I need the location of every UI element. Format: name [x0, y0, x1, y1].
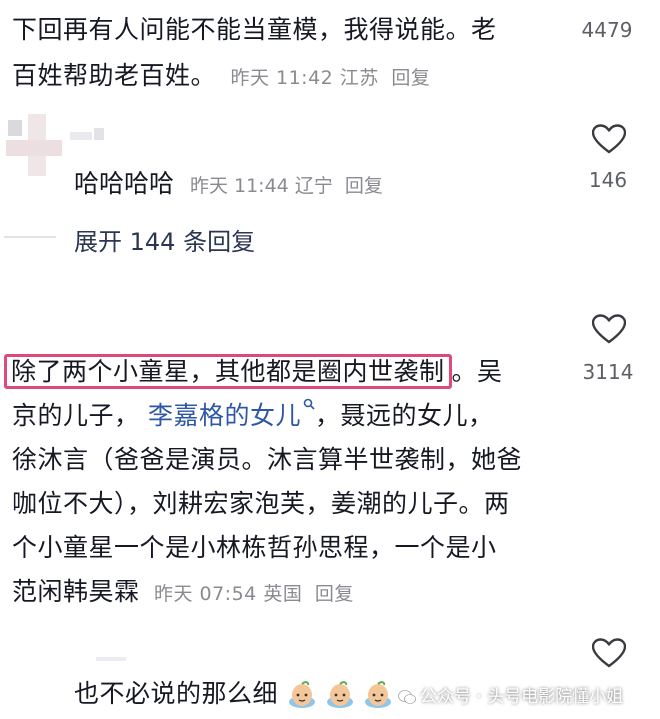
emoji-group: [286, 679, 400, 708]
comment-1-text: 百姓帮助老百姓。: [12, 61, 217, 90]
comment-3-text-line-6: 范闲韩昊霖 昨天 07:54 英国 回复: [12, 574, 354, 612]
comment-3-text-line-1: 除了两个小童星，其他都是圈内世袭制 。吴: [4, 354, 503, 390]
comment-2-time: 昨天 11:44: [189, 175, 289, 197]
wechat-icon: [398, 690, 416, 704]
comment-3-like-count: 3114: [582, 360, 634, 384]
search-link-text: 李嘉格的女儿: [147, 401, 301, 430]
avatar[interactable]: [96, 650, 136, 661]
comment-3-text-line-2: 京的儿子， 李嘉格的女儿 ，聂远的女儿，: [12, 398, 494, 434]
comment-4-text-line: 也不必说的那么细: [74, 676, 400, 712]
comment-3-meta: 昨天 07:54 英国 回复: [154, 583, 354, 605]
peach-emoji-icon: [365, 681, 392, 708]
comment-1-like-count: 4479: [581, 18, 633, 42]
comment-1-reply-button[interactable]: 回复: [391, 67, 430, 89]
search-link[interactable]: 李嘉格的女儿: [147, 398, 315, 430]
watermark: 公众号 · 头号电影院懂小姐: [398, 682, 623, 707]
divider: [4, 236, 56, 238]
comment-4-heart-icon[interactable]: [592, 638, 626, 668]
comment-3-location: 英国: [263, 583, 303, 605]
expand-replies-button[interactable]: 展开 144 条回复: [74, 222, 255, 257]
peach-emoji-icon: [327, 681, 354, 708]
comment-3-text-line-4: 咖位不大），刘耕宏家泡芙，姜潮的儿子。两: [12, 489, 510, 518]
comment-1-time: 昨天 11:42: [230, 67, 334, 89]
comment-3-time: 昨天 07:54: [153, 583, 257, 605]
comment-1-location: 江苏: [339, 67, 379, 89]
comment-1-text-line-1: 下回再有人问能不能当童模，我得说能。老: [12, 15, 497, 44]
search-icon: [303, 398, 315, 410]
comment-2-meta: 昨天 11:44 辽宁 回复: [190, 175, 383, 197]
comment-3-line-1-tail: 。吴: [451, 357, 503, 386]
comment-1-text-line-2: 百姓帮助老百姓。 昨天 11:42 江苏 回复: [12, 58, 430, 96]
blurred-avatar-icon: [96, 657, 126, 661]
comment-3-reply-button[interactable]: 回复: [315, 583, 354, 605]
comment-3-text-line-5: 个小童星一个是小林栋哲孙思程，一个是小: [12, 533, 497, 562]
comment-3-line-2-end: ，聂远的女儿，: [314, 401, 494, 430]
peach-emoji-icon: [289, 681, 316, 708]
comment-2-location: 辽宁: [294, 175, 333, 197]
comment-1-meta: 昨天 11:42 江苏 回复: [230, 67, 430, 89]
watermark-text: 公众号 · 头号电影院懂小姐: [420, 687, 624, 707]
comment-3-heart-icon[interactable]: [592, 314, 626, 344]
comment-4-text: 也不必说的那么细: [74, 679, 279, 708]
highlighted-text: 除了两个小童星，其他都是圈内世袭制: [4, 354, 452, 389]
comment-3-text-line-3: 徐沐言（爸爸是演员。沐言算半世袭制，她爸: [12, 445, 523, 474]
comment-3-line-6-text: 范闲韩昊霖: [12, 577, 140, 606]
comment-2-heart-icon[interactable]: [592, 124, 626, 154]
comment-2-line: 哈哈哈哈 昨天 11:44 辽宁 回复: [74, 164, 383, 200]
comment-2-text: 哈哈哈哈: [74, 169, 175, 198]
comment-3-line-2-start: 京的儿子，: [12, 401, 140, 430]
comment-2-reply-button[interactable]: 回复: [345, 175, 383, 197]
comment-2-like-count: 146: [588, 168, 628, 192]
